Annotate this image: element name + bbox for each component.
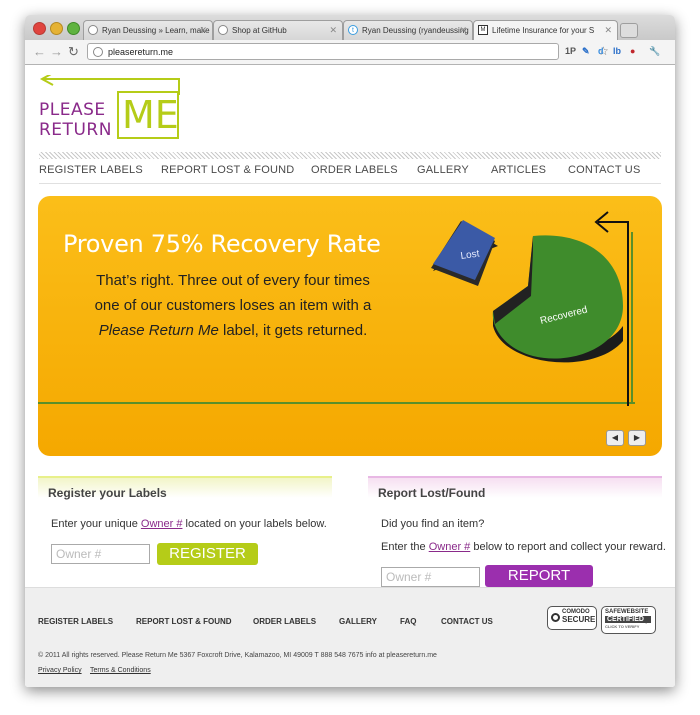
hero-body-line: one of our customers loses an item with … [94, 297, 372, 314]
report-question: Did you find an item? [381, 518, 485, 530]
browser-toolbar: ← → ↻ pleasereturn.me ☆ 1P ✎ d lb ● 🔧 [25, 40, 675, 65]
nav-articles[interactable]: ARTICLES [491, 164, 546, 176]
footer-nav-gallery[interactable]: GALLERY [339, 617, 377, 626]
close-tab-icon[interactable]: ✕ [329, 25, 337, 36]
register-heading: Register your Labels [38, 476, 332, 500]
report-owner-link[interactable]: Owner # [429, 541, 471, 553]
tab-strip: Ryan Deussing » Learn, make ✕ Shop at Gi… [25, 15, 675, 41]
register-owner-link[interactable]: Owner # [141, 518, 183, 530]
logo-me: ME [117, 91, 179, 139]
footer-nav-contact-us[interactable]: CONTACT US [441, 617, 493, 626]
comodo-secure-badge[interactable]: COMODO SECURE [547, 606, 597, 630]
nav-gallery[interactable]: GALLERY [417, 164, 469, 176]
carousel-prev-button[interactable]: ◀ [606, 430, 624, 446]
logo-please: PLEASE [39, 100, 106, 120]
browser-tab[interactable]: t Ryan Deussing (ryandeussing ✕ [343, 20, 473, 40]
browser-tab[interactable]: Shop at GitHub ✕ [213, 20, 343, 40]
hero-green-vline [631, 232, 633, 404]
carousel-next-button[interactable]: ▶ [628, 430, 646, 446]
hero-body-tail: label, it gets returned. [218, 322, 368, 339]
report-text: below to report and collect your reward. [470, 541, 666, 553]
wrench-icon[interactable]: 🔧 [649, 46, 660, 59]
new-tab-button[interactable] [620, 23, 638, 38]
footer-nav-register-labels[interactable]: REGISTER LABELS [38, 617, 113, 626]
tab-label: Shop at GitHub [232, 26, 287, 35]
feather-extension-icon[interactable]: ✎ [582, 46, 590, 59]
badge-text: SAFEWEBSITE [605, 609, 649, 615]
address-bar-url: pleasereturn.me [108, 47, 174, 57]
hero-arrow-line [627, 221, 629, 406]
tab-label: Ryan Deussing » Learn, make [102, 26, 210, 35]
nav-order-labels[interactable]: ORDER LABELS [311, 164, 398, 176]
tab-label: Lifetime Insurance for your S [492, 26, 595, 35]
hero-body: That’s right. Three out of every four ti… [63, 268, 403, 343]
safewebsite-badge[interactable]: SAFEWEBSITE CERTIFIED CLICK TO VERIFY ✔ [601, 606, 656, 634]
globe-icon [93, 47, 103, 57]
register-instructions: Enter your unique Owner # located on you… [51, 518, 327, 530]
onepassword-extension-icon[interactable]: 1P [565, 46, 576, 59]
footer-nav-order-labels[interactable]: ORDER LABELS [253, 617, 316, 626]
hero-title: Proven 75% Recovery Rate [63, 230, 381, 258]
main-nav: REGISTER LABELS REPORT LOST & FOUND ORDE… [39, 159, 661, 184]
zoom-window-button[interactable] [67, 22, 80, 35]
nav-register-labels[interactable]: REGISTER LABELS [39, 164, 143, 176]
nav-contact-us[interactable]: CONTACT US [568, 164, 641, 176]
checkmark-icon: ✔ [643, 616, 652, 627]
check-circle-icon [551, 613, 560, 622]
hero-green-line [38, 402, 635, 404]
report-panel: Report Lost/Found Did you find an item? … [368, 476, 666, 587]
lastfm-extension-icon[interactable]: lb [613, 46, 621, 59]
register-text: located on your labels below. [182, 518, 327, 530]
badge-text: SECURE [562, 615, 596, 624]
report-text: Enter the [381, 541, 429, 553]
browser-window: Ryan Deussing » Learn, make ✕ Shop at Gi… [25, 15, 675, 687]
hero-body-line: Please Return Me label, it gets returned… [63, 318, 403, 343]
report-instructions: Enter the Owner # below to report and co… [381, 541, 666, 553]
forward-arrow-icon[interactable]: → [50, 44, 63, 59]
report-owner-input[interactable]: Owner # [381, 567, 480, 587]
close-tab-icon[interactable]: ✕ [459, 25, 467, 36]
logo-return: RETURN [39, 120, 112, 140]
tab-label: Ryan Deussing (ryandeussing [362, 26, 469, 35]
reload-icon[interactable]: ↻ [68, 44, 79, 60]
twitter-icon: t [348, 25, 358, 35]
register-text: Enter your unique [51, 518, 141, 530]
report-heading: Report Lost/Found [368, 476, 662, 500]
back-arrow-icon[interactable]: ← [33, 44, 46, 59]
close-tab-icon[interactable]: ✕ [604, 25, 612, 36]
ladybug-extension-icon[interactable]: ● [630, 46, 635, 59]
page-content: PLEASE RETURN ME REGISTER LABELS REPORT … [25, 65, 675, 687]
globe-icon [218, 25, 228, 35]
hero-body-line: That’s right. Three out of every four ti… [96, 272, 370, 289]
hero-arrowhead-icon [594, 211, 609, 233]
footer-copyright: © 2011 All rights reserved. Please Retur… [38, 652, 437, 659]
footer-nav-faq[interactable]: FAQ [400, 617, 416, 626]
privacy-policy-link[interactable]: Privacy Policy [38, 667, 82, 674]
header-divider [39, 152, 661, 159]
minimize-window-button[interactable] [50, 22, 63, 35]
browser-tab-active[interactable]: M Lifetime Insurance for your S ✕ [473, 20, 618, 41]
browser-tab[interactable]: Ryan Deussing » Learn, make ✕ [83, 20, 213, 40]
address-bar[interactable]: pleasereturn.me ☆ [87, 43, 609, 60]
register-owner-input[interactable]: Owner # [51, 544, 150, 564]
terms-link[interactable]: Terms & Conditions [90, 667, 151, 674]
globe-icon [88, 25, 98, 35]
register-button[interactable]: REGISTER [157, 543, 258, 565]
footer-nav-report-lost-found[interactable]: REPORT LOST & FOUND [136, 617, 232, 626]
nav-report-lost-found[interactable]: REPORT LOST & FOUND [161, 164, 294, 176]
hero-banner: Proven 75% Recovery Rate That’s right. T… [38, 196, 662, 456]
register-panel: Register your Labels Enter your unique O… [38, 476, 332, 586]
site-footer: REGISTER LABELS REPORT LOST & FOUND ORDE… [25, 587, 675, 687]
pleasereturnme-favicon: M [478, 25, 488, 35]
report-button[interactable]: REPORT [485, 565, 593, 587]
hero-body-emphasis: Please Return Me [98, 322, 219, 339]
close-tab-icon[interactable]: ✕ [199, 25, 207, 36]
delicious-extension-icon[interactable]: d [598, 46, 604, 59]
close-window-button[interactable] [33, 22, 46, 35]
